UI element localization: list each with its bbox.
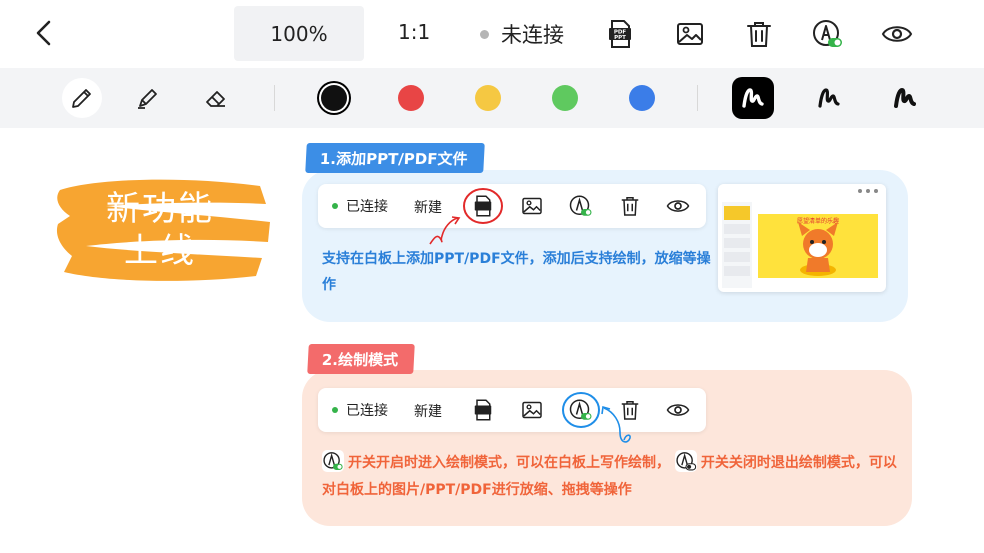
image-icon[interactable] [674,18,706,50]
image-icon [520,194,544,218]
color-black[interactable] [321,85,347,111]
drawing-toolbar [0,68,984,128]
connection-status-label: 未连接 [501,23,564,47]
status-dot [332,407,338,413]
eye-icon [666,194,690,218]
pencil-icon[interactable] [62,78,102,118]
ppt-preview-thumbnail: 愿望清单的乐趣 [718,184,886,292]
connected-label: 已连接 [346,403,388,419]
connection-status[interactable]: 未连接 [480,19,564,49]
stroke-medium-button[interactable] [808,77,850,119]
color-red[interactable] [398,85,424,111]
blue-arrow-annotation [601,405,631,443]
draw-mode-icon[interactable] [812,18,844,50]
color-yellow[interactable] [475,85,501,111]
red-arrow-annotation [429,216,461,245]
status-dot [332,203,338,209]
stroke-thick-button[interactable] [732,77,774,119]
color-green[interactable] [552,85,578,111]
connected-status: 已连接 [332,400,388,420]
svg-text:PPT: PPT [614,35,626,41]
section1-title: 1.添加PPT/PDF文件 [305,143,485,173]
pdf-ppt-icon[interactable]: PDF PPT [604,18,636,50]
section1-demo-toolbar: 已连接 新建 [318,184,706,228]
blue-highlight-circle [562,392,600,428]
draw-mode-on-icon [322,450,344,472]
badge-line-2: 上线 [124,231,196,271]
draw-mode-on-text: 开关开启时进入绘制模式，可以在白板上写作绘制， [348,455,670,471]
draw-mode-off-icon [674,450,697,472]
new-feature-text: 新功能 上线 [46,188,274,272]
trash-icon [618,194,642,218]
draw-mode-icon [569,194,593,218]
section2-demo-toolbar: 已连接 新建 [318,388,706,432]
ratio-button[interactable]: 1:1 [398,20,430,44]
toolbar-divider [697,85,698,111]
new-button: 新建 [414,404,442,420]
connected-status: 已连接 [332,196,388,216]
eye-icon[interactable] [881,18,913,50]
red-highlight-circle [463,188,503,224]
connected-label: 已连接 [346,199,388,215]
badge-line-1: 新功能 [106,189,214,229]
trash-icon[interactable] [743,18,775,50]
pdf-ppt-icon [471,398,495,422]
toolbar-divider [274,85,275,111]
section1-description: 支持在白板上添加PPT/PDF文件，添加后支持绘制，放缩等操作 [322,251,711,293]
eye-icon [666,398,690,422]
section2-description: 开关开启时进入绘制模式，可以在白板上写作绘制， 开关关闭时退出绘制模式，可以对白… [322,450,898,504]
top-bar: 100% 1:1 未连接 PDF PPT [0,0,984,68]
fox-illustration [798,222,838,276]
color-blue[interactable] [629,85,655,111]
back-icon[interactable] [30,18,60,48]
status-dot [480,29,489,39]
image-icon [520,398,544,422]
section2-title: 2.绘制模式 [307,344,415,374]
new-feature-badge: 新功能 上线 [46,172,274,292]
preview-slide: 愿望清单的乐趣 [758,214,878,278]
zoom-level-button[interactable]: 100% [234,6,364,61]
eraser-icon[interactable] [196,78,236,118]
zoom-level-label: 100% [270,21,328,46]
stroke-thin-button[interactable] [884,77,926,119]
highlighter-icon[interactable] [128,78,168,118]
